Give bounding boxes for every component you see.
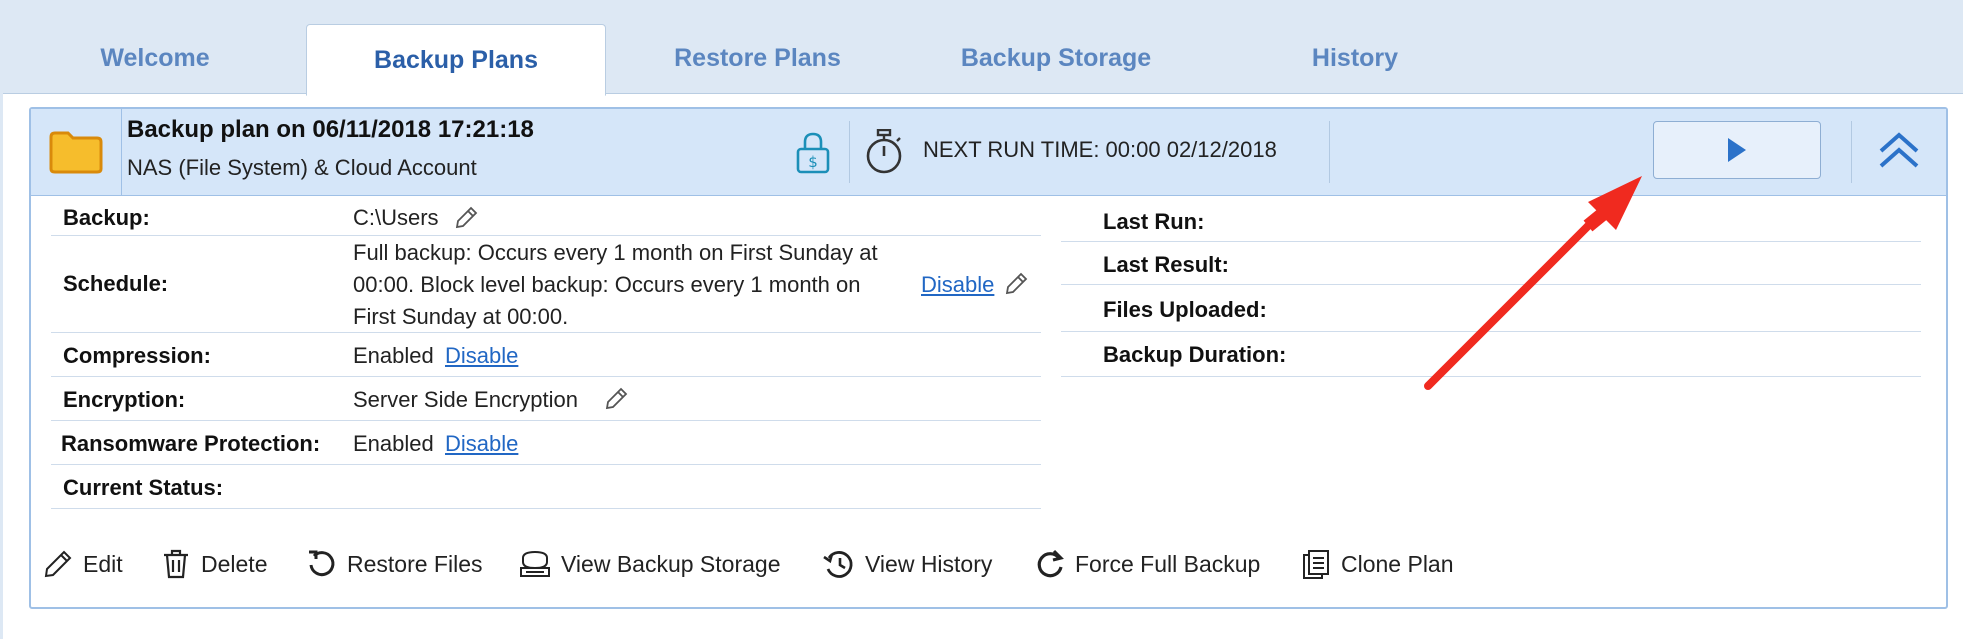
force-full-backup-button[interactable]: Force Full Backup bbox=[1034, 548, 1260, 580]
detail-label: Current Status: bbox=[63, 475, 224, 500]
stat-label: Last Run: bbox=[1103, 209, 1205, 234]
ransomware-disable-link[interactable]: Disable bbox=[445, 431, 518, 457]
clone-icon bbox=[1303, 550, 1329, 579]
pencil-icon[interactable] bbox=[603, 386, 629, 412]
folder-icon-box bbox=[31, 109, 122, 195]
edit-label: Edit bbox=[83, 550, 123, 577]
detail-row-backup: Backup: C:\Users bbox=[51, 195, 1041, 236]
clone-plan-label: Clone Plan bbox=[1341, 550, 1454, 577]
restore-icon bbox=[309, 550, 335, 577]
stat-label: Backup Duration: bbox=[1103, 342, 1287, 367]
tab-welcome[interactable]: Welcome bbox=[50, 24, 260, 93]
delete-button[interactable]: Delete bbox=[160, 548, 267, 580]
storage-icon bbox=[520, 550, 550, 577]
view-backup-storage-button[interactable]: View Backup Storage bbox=[518, 548, 781, 580]
detail-row-ransomware: Ransomware Protection: Enabled Disable bbox=[51, 421, 1041, 465]
folder-icon bbox=[49, 131, 103, 174]
detail-label: Encryption: bbox=[63, 387, 186, 412]
next-run-time: NEXT RUN TIME: 00:00 02/12/2018 bbox=[923, 137, 1277, 162]
view-history-button[interactable]: View History bbox=[822, 548, 992, 580]
trash-icon bbox=[164, 549, 188, 579]
lock-dollar-icon[interactable]: $ bbox=[795, 131, 831, 175]
pencil-icon[interactable] bbox=[453, 205, 479, 231]
compression-value: Enabled bbox=[353, 343, 434, 368]
restore-files-button[interactable]: Restore Files bbox=[306, 548, 482, 580]
detail-row-compression: Compression: Enabled Disable bbox=[51, 333, 1041, 377]
refresh-icon bbox=[1037, 549, 1064, 578]
view-history-label: View History bbox=[865, 550, 993, 577]
detail-label: Schedule: bbox=[63, 271, 169, 296]
tab-backup-plans[interactable]: Backup Plans bbox=[306, 24, 606, 96]
pencil-icon bbox=[44, 550, 72, 578]
view-backup-storage-label: View Backup Storage bbox=[561, 550, 781, 577]
pencil-icon[interactable] bbox=[1003, 271, 1029, 297]
schedule-disable-link[interactable]: Disable bbox=[921, 272, 994, 298]
tab-backup-storage[interactable]: Backup Storage bbox=[920, 24, 1192, 93]
run-backup-button[interactable] bbox=[1653, 121, 1821, 179]
clone-plan-button[interactable]: Clone Plan bbox=[1300, 548, 1454, 580]
detail-row-schedule: Schedule: Full backup: Occurs every 1 mo… bbox=[51, 236, 1041, 333]
schedule-text-line: 00:00. Block level backup: Occurs every … bbox=[353, 272, 861, 297]
restore-files-label: Restore Files bbox=[347, 550, 483, 577]
header-separator bbox=[1851, 121, 1852, 183]
force-full-backup-label: Force Full Backup bbox=[1075, 550, 1261, 577]
play-icon bbox=[1728, 138, 1746, 162]
history-icon bbox=[823, 551, 853, 578]
compression-disable-link[interactable]: Disable bbox=[445, 343, 518, 369]
tab-restore-plans[interactable]: Restore Plans bbox=[640, 24, 875, 93]
encryption-value: Server Side Encryption bbox=[353, 387, 578, 412]
plan-title: Backup plan on 06/11/2018 17:21:18 bbox=[127, 116, 534, 143]
app-window: Welcome Backup Plans Restore Plans Backu… bbox=[0, 0, 1963, 639]
stat-label: Last Result: bbox=[1103, 252, 1229, 277]
delete-label: Delete bbox=[201, 550, 268, 577]
stat-label: Files Uploaded: bbox=[1103, 297, 1267, 322]
backup-plan-card: Backup plan on 06/11/2018 17:21:18 NAS (… bbox=[29, 107, 1948, 609]
header-separator bbox=[849, 121, 850, 183]
red-arrow-annotation bbox=[1424, 176, 1642, 390]
detail-label: Backup: bbox=[63, 205, 150, 230]
schedule-text-line: Full backup: Occurs every 1 month on Fir… bbox=[353, 240, 878, 265]
stopwatch-icon bbox=[866, 129, 902, 174]
detail-label: Compression: bbox=[63, 343, 211, 368]
detail-row-encryption: Encryption: Server Side Encryption bbox=[51, 377, 1041, 421]
edit-button[interactable]: Edit bbox=[42, 548, 123, 580]
double-chevron-up-icon[interactable] bbox=[1878, 131, 1920, 171]
backup-source-value: C:\Users bbox=[353, 205, 439, 230]
detail-row-current-status: Current Status: bbox=[51, 465, 1041, 509]
plan-subtitle: NAS (File System) & Cloud Account bbox=[127, 155, 477, 180]
ransomware-value: Enabled bbox=[353, 431, 434, 456]
tab-history[interactable]: History bbox=[1260, 24, 1450, 93]
header-separator bbox=[1329, 121, 1330, 183]
left-border bbox=[0, 93, 3, 639]
schedule-text-line: First Sunday at 00:00. bbox=[353, 304, 569, 329]
svg-text:$: $ bbox=[808, 153, 818, 171]
tab-bar: Welcome Backup Plans Restore Plans Backu… bbox=[0, 0, 1963, 96]
detail-label: Ransomware Protection: bbox=[61, 431, 321, 456]
